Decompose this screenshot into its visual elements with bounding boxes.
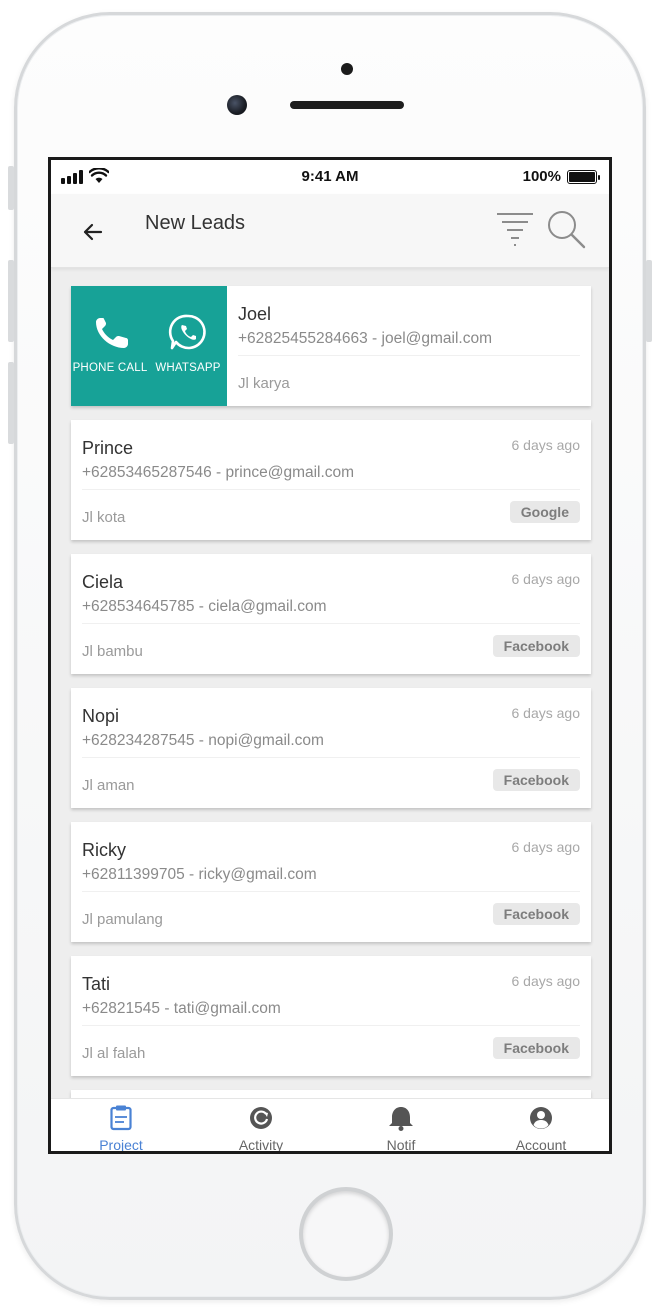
lead-contact: +62821545 - tati@gmail.com (82, 1000, 281, 1017)
divider (82, 489, 580, 490)
nav-notif[interactable]: Notif (331, 1099, 471, 1153)
lead-address: Jl al falah (82, 1045, 146, 1062)
whatsapp-label: WHATSAPP (155, 362, 221, 374)
lead-card-prince[interactable]: Prince 6 days ago +62853465287546 - prin… (71, 420, 591, 540)
nav-activity[interactable]: Activity (191, 1099, 331, 1153)
home-button[interactable] (303, 1191, 389, 1277)
phone-icon (96, 318, 128, 348)
source-badge: Facebook (492, 769, 580, 791)
lead-contact: +62825455284663 - joel@gmail.com (238, 330, 493, 347)
phone-call-label: PHONE CALL (72, 362, 148, 374)
lead-name: Ricky (82, 840, 126, 860)
lead-address: Jl aman (82, 777, 135, 794)
clipboard-icon (110, 1105, 132, 1131)
lead-name: Tati (82, 974, 111, 994)
whatsapp-icon (168, 314, 206, 350)
lead-content: Joel +62825455284663 - joel@gmail.com Jl… (227, 286, 591, 406)
power-button (646, 260, 652, 342)
lead-card-ricky[interactable]: Ricky 6 days ago +62811399705 - ricky@gm… (71, 822, 591, 942)
divider (82, 757, 580, 758)
lead-contact: +62811399705 - ricky@gmail.com (82, 866, 317, 883)
source-badge: Google (509, 501, 580, 523)
lead-time: 6 days ago (511, 973, 581, 989)
phone-call-button[interactable]: PHONE CALL (71, 286, 149, 406)
lead-card-joel[interactable]: PHONE CALL WHATSAPP Joel +62825455284663… (71, 286, 591, 406)
account-icon (530, 1107, 552, 1129)
page-title: New Leads (145, 212, 246, 234)
lead-contact: +628534645785 - ciela@gmail.com (82, 598, 327, 615)
divider (82, 891, 580, 892)
lead-contact: +628234287545 - nopi@gmail.com (82, 732, 324, 749)
lead-name: Prince (82, 438, 134, 458)
lead-card-tati[interactable]: Tati 6 days ago +62821545 - tati@gmail.c… (71, 956, 591, 1076)
divider (238, 355, 580, 356)
app-bar: New Leads (51, 194, 609, 268)
source-badge: Facebook (492, 1037, 580, 1059)
bottom-nav: Project Activity Notif Account (51, 1098, 609, 1153)
lead-card-ciela[interactable]: Ciela 6 days ago +628534645785 - ciela@g… (71, 554, 591, 674)
battery-percent: 100% (522, 168, 561, 185)
swipe-actions: PHONE CALL WHATSAPP (71, 286, 227, 406)
source-badge: Facebook (492, 903, 580, 925)
lead-name: Joel (238, 304, 272, 324)
activity-icon (250, 1107, 272, 1129)
nav-project[interactable]: Project (51, 1099, 191, 1153)
earpiece-speaker (290, 101, 404, 109)
lead-time: 6 days ago (511, 705, 581, 721)
nav-activity-label: Activity (238, 1137, 284, 1153)
mute-switch (8, 166, 14, 210)
volume-down-button (8, 362, 14, 444)
lead-card-nopi[interactable]: Nopi 6 days ago +628234287545 - nopi@gma… (71, 688, 591, 808)
lead-time: 6 days ago (511, 437, 581, 453)
bell-icon (389, 1107, 413, 1131)
nav-notif-label: Notif (386, 1137, 416, 1153)
front-camera (227, 95, 247, 115)
lead-contact: +62853465287546 - prince@gmail.com (82, 464, 355, 481)
lead-address: Jl pamulang (82, 911, 163, 928)
divider (82, 1025, 580, 1026)
divider (82, 623, 580, 624)
search-icon[interactable] (545, 208, 587, 250)
battery-icon (567, 170, 600, 184)
source-badge: Facebook (492, 635, 580, 657)
whatsapp-button[interactable]: WHATSAPP (149, 286, 227, 406)
lead-address: Jl karya (238, 375, 290, 392)
proximity-sensor (341, 63, 353, 75)
volume-up-button (8, 260, 14, 342)
lead-time: 6 days ago (511, 571, 581, 587)
screen: 9:41 AM 100% New Leads PHONE CALL WHATSA… (48, 157, 612, 1154)
lead-address: Jl bambu (82, 643, 143, 660)
leads-list: PHONE CALL WHATSAPP Joel +62825455284663… (51, 268, 609, 1130)
nav-project-label: Project (99, 1137, 143, 1153)
lead-address: Jl kota (82, 509, 126, 526)
lead-name: Nopi (82, 706, 120, 726)
status-bar: 9:41 AM 100% (51, 160, 609, 194)
filter-icon[interactable] (495, 210, 535, 248)
lead-name: Ciela (82, 572, 124, 592)
arrow-left-icon[interactable] (79, 218, 107, 246)
nav-account[interactable]: Account (471, 1099, 609, 1153)
nav-account-label: Account (515, 1137, 567, 1153)
lead-time: 6 days ago (511, 839, 581, 855)
